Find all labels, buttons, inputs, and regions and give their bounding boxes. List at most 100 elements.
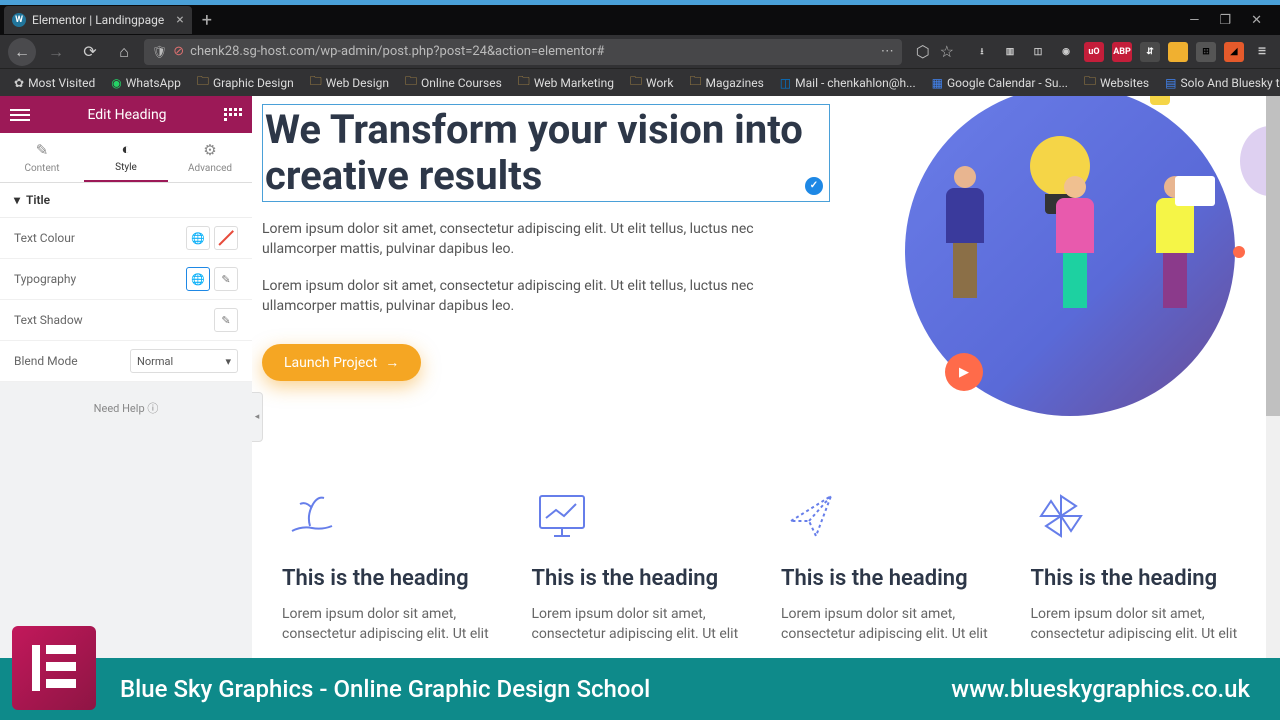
hero-paragraph[interactable]: Lorem ipsum dolor sit amet, consectetur … (262, 220, 830, 259)
home-button[interactable]: ⌂ (110, 38, 138, 66)
feature-card[interactable]: This is the heading Lorem ipsum dolor si… (282, 486, 502, 644)
download-icon[interactable]: ⭳ (972, 42, 992, 62)
sidebar-icon[interactable]: ◫ (1028, 42, 1048, 62)
pocket-icon[interactable]: ⬡ (916, 42, 930, 61)
tab-content[interactable]: ✎Content (0, 133, 84, 182)
outlook-icon: ◫ (780, 76, 791, 90)
plant-hand-icon (282, 486, 342, 546)
tab-style[interactable]: ◐Style (84, 133, 168, 182)
hero-illustration: ▶ (860, 96, 1280, 416)
minimize-button[interactable]: — (1189, 13, 1199, 28)
widgets-grid-icon[interactable] (224, 108, 242, 121)
feature-card[interactable]: This is the heading Lorem ipsum dolor si… (532, 486, 752, 644)
ext-icon-4[interactable]: ◢ (1224, 42, 1244, 62)
address-field[interactable]: 🛡 ⊘ chenk28.sg-host.com/wp-admin/post.ph… (144, 39, 902, 65)
folder-icon: 🗀 (310, 72, 322, 93)
feature-card[interactable]: This is the heading Lorem ipsum dolor si… (781, 486, 1001, 644)
forward-button[interactable]: → (42, 38, 70, 66)
globe-icon[interactable]: 🌐 (186, 226, 210, 250)
ext-icon-3[interactable]: ⊞ (1196, 42, 1216, 62)
caret-down-icon: ▾ (14, 193, 20, 207)
play-button[interactable]: ▶ (945, 353, 983, 391)
edit-icon[interactable]: ✎ (214, 267, 238, 291)
folder-icon: 🗀 (197, 72, 209, 93)
hero-paragraph[interactable]: Lorem ipsum dolor sit amet, consectetur … (262, 277, 830, 316)
bookmark-item[interactable]: ▤Solo And Bluesky task... (1159, 74, 1280, 92)
control-text-colour: Text Colour 🌐 (0, 218, 252, 259)
bookmark-item[interactable]: 🗀Web Marketing (512, 70, 620, 95)
launch-project-button[interactable]: Launch Project→ (262, 344, 421, 381)
collapse-sidebar-handle[interactable]: ◂ (252, 392, 263, 442)
url-bar: ← → ⟳ ⌂ 🛡 ⊘ chenk28.sg-host.com/wp-admin… (0, 35, 1280, 68)
library-icon[interactable]: ▥ (1000, 42, 1020, 62)
adblock-icon[interactable]: ABP (1112, 42, 1132, 62)
bookmark-item[interactable]: ◫Mail - chenkahlon@h... (774, 74, 922, 92)
folder-icon: 🗀 (518, 72, 530, 93)
ext-icon-2[interactable] (1168, 42, 1188, 62)
preview-canvas[interactable]: ◂ We Transform your vision into creative… (252, 96, 1280, 720)
page-scrollbar[interactable] (1266, 96, 1280, 660)
account-icon[interactable]: ◉ (1056, 42, 1076, 62)
browser-tabbar: W Elementor | Landingpage × + — ❐ ✕ (0, 5, 1280, 35)
banner-text-left: Blue Sky Graphics - Online Graphic Desig… (120, 675, 650, 703)
url-text: chenk28.sg-host.com/wp-admin/post.php?po… (190, 44, 604, 59)
ext-icon[interactable]: ⇵ (1140, 42, 1160, 62)
colour-picker-none[interactable] (214, 226, 238, 250)
bookmark-item[interactable]: 🗀Online Courses (399, 70, 508, 95)
star-icon[interactable]: ☆ (940, 42, 954, 61)
back-button[interactable]: ← (8, 38, 36, 66)
gear-icon: ⚙ (203, 141, 216, 159)
features-row: This is the heading Lorem ipsum dolor si… (252, 446, 1280, 644)
folder-icon: 🗀 (405, 72, 417, 93)
feature-heading: This is the heading (532, 566, 752, 591)
reload-button[interactable]: ⟳ (76, 38, 104, 66)
feature-text: Lorem ipsum dolor sit amet, consectetur … (781, 605, 1001, 644)
shield-icon: 🛡 (152, 45, 167, 59)
control-text-shadow: Text Shadow ✎ (0, 300, 252, 341)
hero-heading-selected[interactable]: We Transform your vision into creative r… (262, 104, 830, 202)
tab-title: Elementor | Landingpage (32, 13, 164, 27)
bookmark-item[interactable]: 🗀Graphic Design (191, 70, 300, 95)
edit-icon[interactable]: ✎ (214, 308, 238, 332)
pinwheel-icon (1031, 486, 1091, 546)
illustration-person (1045, 176, 1105, 316)
new-tab-button[interactable]: + (202, 10, 212, 31)
gear-icon: ✿ (14, 76, 24, 90)
bookmark-item[interactable]: 🗀Work (624, 70, 679, 95)
hamburger-icon[interactable] (10, 109, 30, 121)
doc-icon: ▤ (1165, 76, 1176, 90)
menu-icon[interactable]: ☰ (1252, 42, 1272, 62)
help-link[interactable]: Need Help ⓘ (0, 382, 252, 434)
bookmark-item[interactable]: 🗀Magazines (683, 70, 769, 95)
window-controls: — ❐ ✕ (1189, 13, 1280, 28)
bookmark-item[interactable]: ✿Most Visited (8, 74, 101, 92)
illustration-person (935, 166, 995, 306)
feature-heading: This is the heading (282, 566, 502, 591)
section-title[interactable]: ▾Title (0, 183, 252, 218)
bookmark-item[interactable]: ▦Google Calendar - Su... (926, 74, 1074, 92)
control-typography: Typography 🌐 ✎ (0, 259, 252, 300)
lock-icon: ⊘ (173, 44, 184, 59)
editor-tabs: ✎Content ◐Style ⚙Advanced (0, 133, 252, 183)
close-tab-icon[interactable]: × (176, 12, 183, 28)
globe-icon[interactable]: 🌐 (186, 267, 210, 291)
chevron-down-icon: ▾ (225, 355, 231, 368)
bookmark-item[interactable]: 🗀Web Design (304, 70, 395, 95)
feature-card[interactable]: This is the heading Lorem ipsum dolor si… (1031, 486, 1251, 644)
browser-tab[interactable]: W Elementor | Landingpage × (4, 6, 192, 34)
blend-mode-select[interactable]: Normal▾ (130, 349, 238, 373)
extension-icons: ⭳ ▥ ◫ ◉ uO ABP ⇵ ⊞ ◢ ☰ (972, 42, 1272, 62)
pencil-icon: ✎ (36, 141, 49, 159)
bookmark-item[interactable]: 🗀Websites (1078, 70, 1155, 95)
close-window-button[interactable]: ✕ (1251, 13, 1262, 28)
feature-text: Lorem ipsum dolor sit amet, consectetur … (1031, 605, 1251, 644)
scroll-thumb[interactable] (1266, 96, 1280, 416)
feature-text: Lorem ipsum dolor sit amet, consectetur … (532, 605, 752, 644)
tab-advanced[interactable]: ⚙Advanced (168, 133, 252, 182)
illustration-person-top (1145, 96, 1175, 111)
ublock-icon[interactable]: uO (1084, 42, 1104, 62)
folder-icon: 🗀 (630, 72, 642, 93)
maximize-button[interactable]: ❐ (1219, 13, 1231, 28)
bookmark-item[interactable]: ◉WhatsApp (105, 74, 187, 92)
more-icon[interactable]: ⋯ (881, 44, 894, 59)
